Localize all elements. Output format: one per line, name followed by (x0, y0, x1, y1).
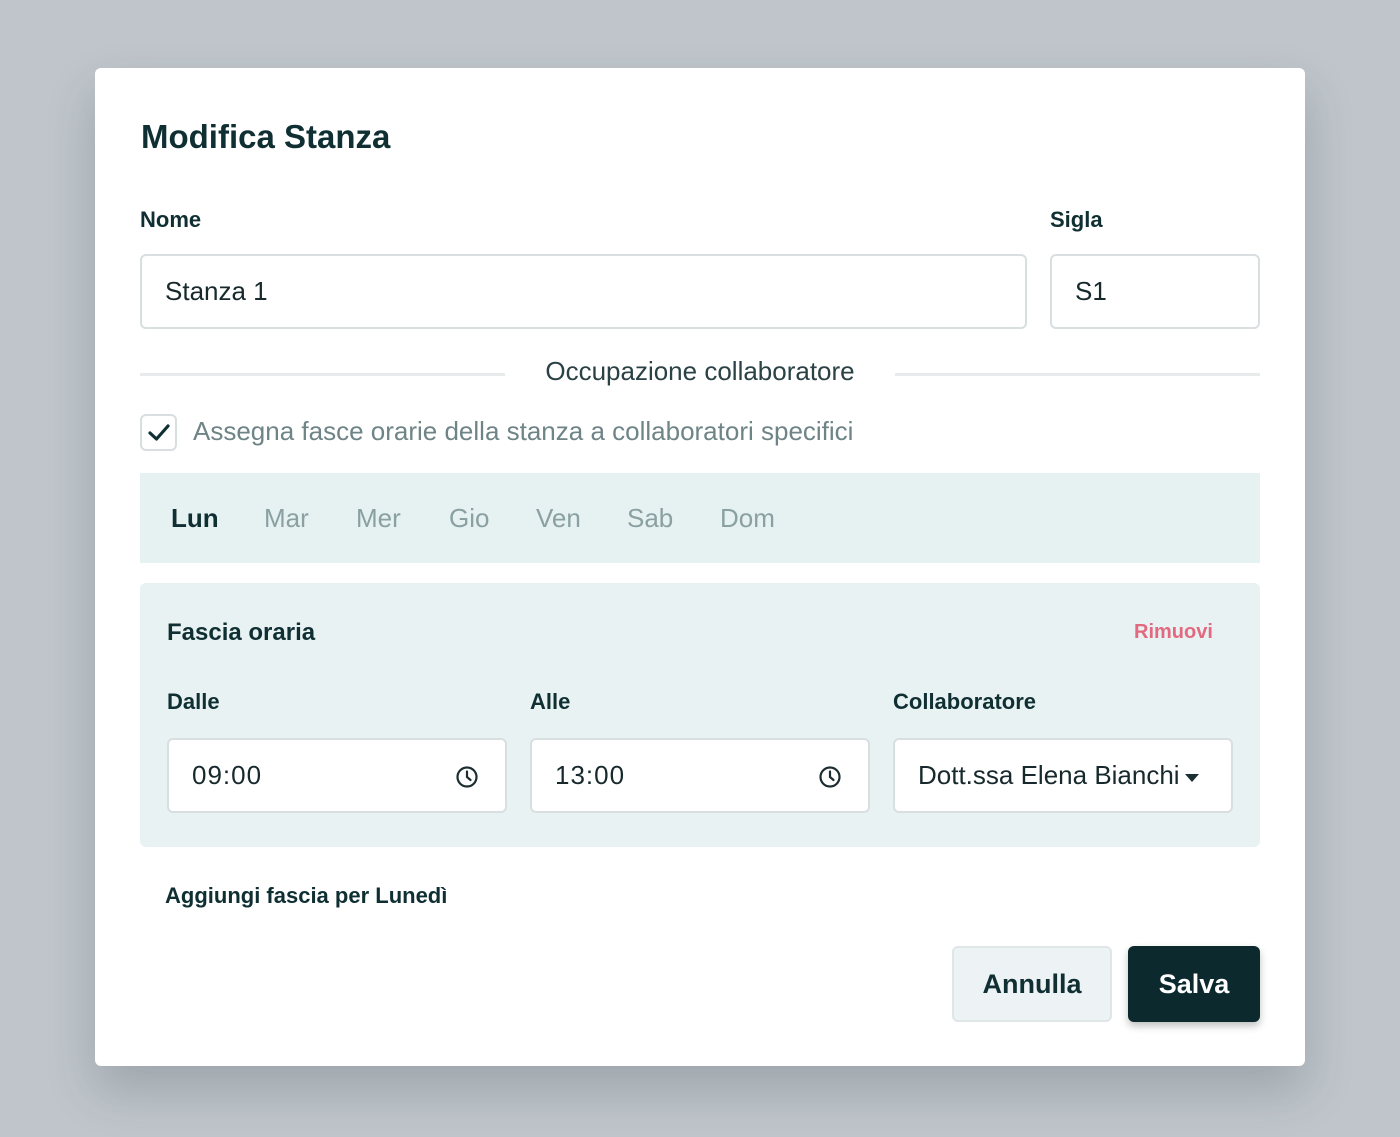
from-label: Dalle (167, 689, 220, 714)
sigla-label: Sigla (1050, 207, 1103, 232)
collaborator-value: Dott.ssa Elena Bianchi (918, 760, 1180, 790)
to-time-input[interactable]: 13:00 (530, 738, 870, 813)
to-time-value: 13:00 (555, 760, 626, 790)
tab-lun[interactable]: Lun (171, 503, 219, 534)
assign-checkbox-label[interactable]: Assegna fasce orarie della stanza a coll… (193, 416, 853, 447)
time-slot-title: Fascia oraria (167, 619, 316, 646)
tab-ven[interactable]: Ven (536, 503, 581, 534)
collaborator-label: Collaboratore (893, 689, 1037, 714)
check-icon (147, 423, 170, 441)
from-time-input[interactable]: 09:00 (167, 738, 507, 813)
collaborator-select[interactable]: Dott.ssa Elena Bianchi (893, 738, 1233, 813)
tab-sab[interactable]: Sab (627, 503, 673, 534)
clock-icon[interactable] (818, 765, 842, 789)
from-time-value: 09:00 (192, 760, 263, 790)
tab-mar[interactable]: Mar (264, 503, 309, 534)
time-slot-card: Fascia oraria Rimuovi Dalle 09:00 Alle 1… (140, 583, 1260, 847)
nome-input[interactable]: Stanza 1 (140, 254, 1027, 329)
tab-mer[interactable]: Mer (356, 503, 401, 534)
to-label: Alle (530, 689, 571, 714)
cancel-button[interactable]: Annulla (952, 946, 1112, 1022)
nome-input-value: Stanza 1 (165, 276, 268, 306)
edit-room-modal: Modifica Stanza Nome Stanza 1 Sigla S1 O… (95, 68, 1305, 1066)
tab-dom[interactable]: Dom (720, 503, 775, 534)
modal-title: Modifica Stanza (141, 118, 391, 155)
chevron-down-icon (1185, 774, 1199, 782)
assign-checkbox[interactable] (140, 414, 177, 451)
sigla-input-value: S1 (1075, 276, 1107, 306)
section-title: Occupazione collaboratore (545, 356, 855, 386)
sigla-input[interactable]: S1 (1050, 254, 1260, 329)
divider-right (895, 373, 1260, 376)
nome-label: Nome (140, 207, 202, 232)
add-slot-link[interactable]: Aggiungi fascia per Lunedì (165, 883, 447, 909)
day-tabs: Lun Mar Mer Gio Ven Sab Dom (140, 473, 1260, 563)
tab-gio[interactable]: Gio (449, 503, 489, 534)
save-button[interactable]: Salva (1128, 946, 1260, 1022)
clock-icon[interactable] (455, 765, 479, 789)
remove-slot-button[interactable]: Rimuovi (1134, 621, 1213, 644)
